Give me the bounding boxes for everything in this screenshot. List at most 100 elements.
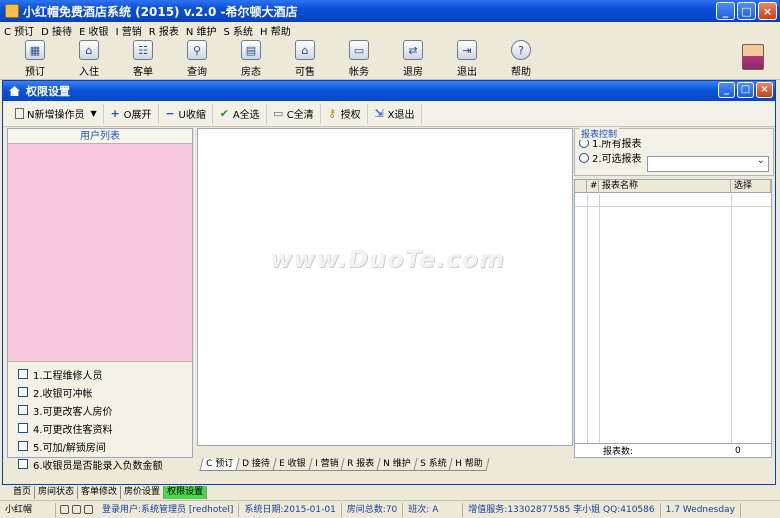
new-operator-button[interactable]: N新增操作员 ▼ bbox=[9, 103, 104, 124]
window-tabs: 首页 房间状态 客单修改 房价设置 权限设置 bbox=[10, 486, 208, 499]
report-control-panel: 报表控制 1.所有报表 2.可选报表 # 报表名称 选择 报表数: 0 bbox=[574, 127, 774, 458]
status-login-user: 登录用户:系统管理员 [redhotel] bbox=[97, 502, 240, 517]
menu-marketing[interactable]: I 营销 bbox=[116, 23, 142, 38]
radio-button[interactable] bbox=[579, 152, 589, 163]
grid-body[interactable] bbox=[575, 194, 771, 443]
menu-system[interactable]: S 系统 bbox=[224, 23, 254, 38]
perm-cashier-reverse[interactable]: 2.收银可冲帐 bbox=[8, 383, 192, 401]
window-tab-guest-edit[interactable]: 客单修改 bbox=[78, 486, 122, 499]
authorize-button[interactable]: ⚷ 授权 bbox=[321, 103, 368, 124]
exit-icon: ⇥ bbox=[457, 40, 477, 60]
report-control-title: 报表控制 bbox=[579, 127, 620, 140]
maximize-button[interactable]: □ bbox=[737, 2, 756, 20]
home-icon bbox=[9, 86, 20, 96]
room-grid-icon: ▤ bbox=[241, 40, 261, 60]
inner-window-title: 权限设置 bbox=[26, 85, 70, 98]
grid-row[interactable] bbox=[575, 206, 771, 207]
menu-maintenance[interactable]: N 维护 bbox=[186, 23, 217, 38]
grid-col-select[interactable]: 选择 bbox=[731, 180, 771, 192]
tab-cashier[interactable]: E 收银 bbox=[272, 458, 313, 471]
app-icon bbox=[5, 4, 19, 18]
grid-col-number[interactable]: # bbox=[587, 180, 599, 192]
toolbar-reserve-button[interactable]: ▦ 预订 bbox=[8, 38, 62, 78]
inner-maximize-button[interactable]: □ bbox=[737, 82, 754, 98]
tab-maintenance[interactable]: N 维护 bbox=[376, 458, 418, 471]
window-tab-rate-settings[interactable]: 房价设置 bbox=[121, 486, 165, 499]
checkbox[interactable] bbox=[18, 369, 28, 379]
inner-close-button[interactable]: × bbox=[756, 82, 773, 98]
perm-maintenance[interactable]: 1.工程维修人员 bbox=[8, 365, 192, 383]
help-icon: ? bbox=[511, 40, 531, 60]
report-select-dropdown[interactable] bbox=[647, 155, 769, 172]
toolbar-checkin-button[interactable]: ⌂ 入住 bbox=[62, 38, 116, 78]
checkin-icon: ⌂ bbox=[79, 40, 99, 60]
at-icon[interactable] bbox=[84, 505, 93, 514]
toolbar-guest-list-button[interactable]: ☷ 客单 bbox=[116, 38, 170, 78]
menu-bar: C 预订 D 接待 E 收银 I 营销 R 报表 N 维护 S 系统 H 帮助 bbox=[0, 22, 780, 38]
checkbox[interactable] bbox=[18, 387, 28, 397]
expand-button[interactable]: + O展开 bbox=[104, 103, 159, 124]
tab-help[interactable]: H 帮助 bbox=[448, 458, 490, 471]
user-list[interactable] bbox=[8, 144, 192, 362]
perm-change-guest[interactable]: 4.可更改住客资料 bbox=[8, 419, 192, 437]
permission-checklist: 1.工程维修人员 2.收银可冲帐 3.可更改客人房价 4.可更改住客资料 5.可… bbox=[8, 362, 192, 472]
key-icon[interactable] bbox=[72, 505, 81, 514]
status-system-date: 系统日期:2015-01-01 bbox=[239, 502, 342, 517]
inner-minimize-button[interactable]: _ bbox=[718, 82, 735, 98]
main-toolbar: ▦ 预订 ⌂ 入住 ☷ 客单 ⚲ 查询 ▤ 房态 ⌂ 可售 ▭ 帐务 ⇄ 退房 … bbox=[0, 38, 780, 80]
grid-col-indicator bbox=[575, 180, 587, 192]
menu-cashier[interactable]: E 收银 bbox=[79, 23, 109, 38]
collapse-button[interactable]: − U收缩 bbox=[159, 103, 213, 124]
window-tab-permissions[interactable]: 权限设置 bbox=[164, 486, 208, 499]
window-tab-room-status[interactable]: 房间状态 bbox=[35, 486, 79, 499]
menu-reserve[interactable]: C 预订 bbox=[4, 23, 34, 38]
window-tab-home[interactable]: 首页 bbox=[10, 486, 36, 499]
guest-list-icon: ☷ bbox=[133, 40, 153, 60]
window-title: 小红帽免费酒店系统 (2015) v.2.0 -希尔顿大酒店 bbox=[23, 4, 298, 19]
toolbar-accounts-button[interactable]: ▭ 帐务 bbox=[332, 38, 386, 78]
tab-marketing[interactable]: I 营销 bbox=[307, 458, 345, 471]
toolbar-exit-button[interactable]: ⇥ 退出 bbox=[440, 38, 494, 78]
toolbar-available-button[interactable]: ⌂ 可售 bbox=[278, 38, 332, 78]
eraser-icon: ▭ bbox=[272, 107, 284, 120]
dropdown-arrow-icon[interactable]: ▼ bbox=[90, 109, 96, 118]
inner-title-bar: 权限设置 _ □ × bbox=[3, 81, 775, 101]
menu-help[interactable]: H 帮助 bbox=[260, 23, 291, 38]
select-all-button[interactable]: ✔ A全选 bbox=[213, 103, 267, 124]
search-icon: ⚲ bbox=[187, 40, 207, 60]
toolbar-help-button[interactable]: ? 帮助 bbox=[494, 38, 548, 78]
tab-reserve[interactable]: C 预订 bbox=[199, 458, 240, 471]
user-avatar-icon[interactable] bbox=[742, 44, 764, 70]
toolbar-checkout-button[interactable]: ⇄ 退房 bbox=[386, 38, 440, 78]
available-rooms-icon: ⌂ bbox=[295, 40, 315, 60]
new-document-icon bbox=[15, 108, 24, 119]
minimize-button[interactable]: _ bbox=[716, 2, 735, 20]
menu-reports[interactable]: R 报表 bbox=[149, 23, 179, 38]
exit-inner-button[interactable]: ⇲ X退出 bbox=[368, 103, 422, 124]
tab-reception[interactable]: D 接待 bbox=[235, 458, 277, 471]
grid-col-report-name[interactable]: 报表名称 bbox=[599, 180, 731, 192]
report-grid: # 报表名称 选择 报表数: 0 bbox=[574, 179, 772, 458]
grid-divider bbox=[587, 194, 588, 443]
permission-tree-area[interactable]: www.DuoTe.com bbox=[197, 128, 573, 446]
checkbox[interactable] bbox=[18, 459, 28, 469]
tab-reports[interactable]: R 报表 bbox=[340, 458, 381, 471]
perm-negative-amount[interactable]: 6.收银员是否能录入负数金额 bbox=[8, 455, 192, 473]
user-list-header: 用户列表 bbox=[8, 129, 192, 144]
tab-system[interactable]: S 系统 bbox=[413, 458, 453, 471]
app-title-bar: 小红帽免费酒店系统 (2015) v.2.0 -希尔顿大酒店 _ □ × bbox=[0, 0, 780, 22]
lock-icon[interactable] bbox=[60, 505, 69, 514]
checkbox[interactable] bbox=[18, 441, 28, 451]
toolbar-room-status-button[interactable]: ▤ 房态 bbox=[224, 38, 278, 78]
clear-all-button[interactable]: ▭ C全清 bbox=[267, 103, 321, 124]
close-button[interactable]: × bbox=[758, 2, 777, 20]
grid-header: # 报表名称 选择 bbox=[575, 180, 771, 193]
status-service: 增值服务:13302877585 李小姐 QQ:410586 bbox=[463, 502, 661, 517]
grid-footer: 报表数: 0 bbox=[575, 443, 771, 457]
perm-lock-room[interactable]: 5.可加/解锁房间 bbox=[8, 437, 192, 455]
perm-change-rate[interactable]: 3.可更改客人房价 bbox=[8, 401, 192, 419]
toolbar-search-button[interactable]: ⚲ 查询 bbox=[170, 38, 224, 78]
menu-reception[interactable]: D 接待 bbox=[41, 23, 72, 38]
checkbox[interactable] bbox=[18, 423, 28, 433]
checkbox[interactable] bbox=[18, 405, 28, 415]
